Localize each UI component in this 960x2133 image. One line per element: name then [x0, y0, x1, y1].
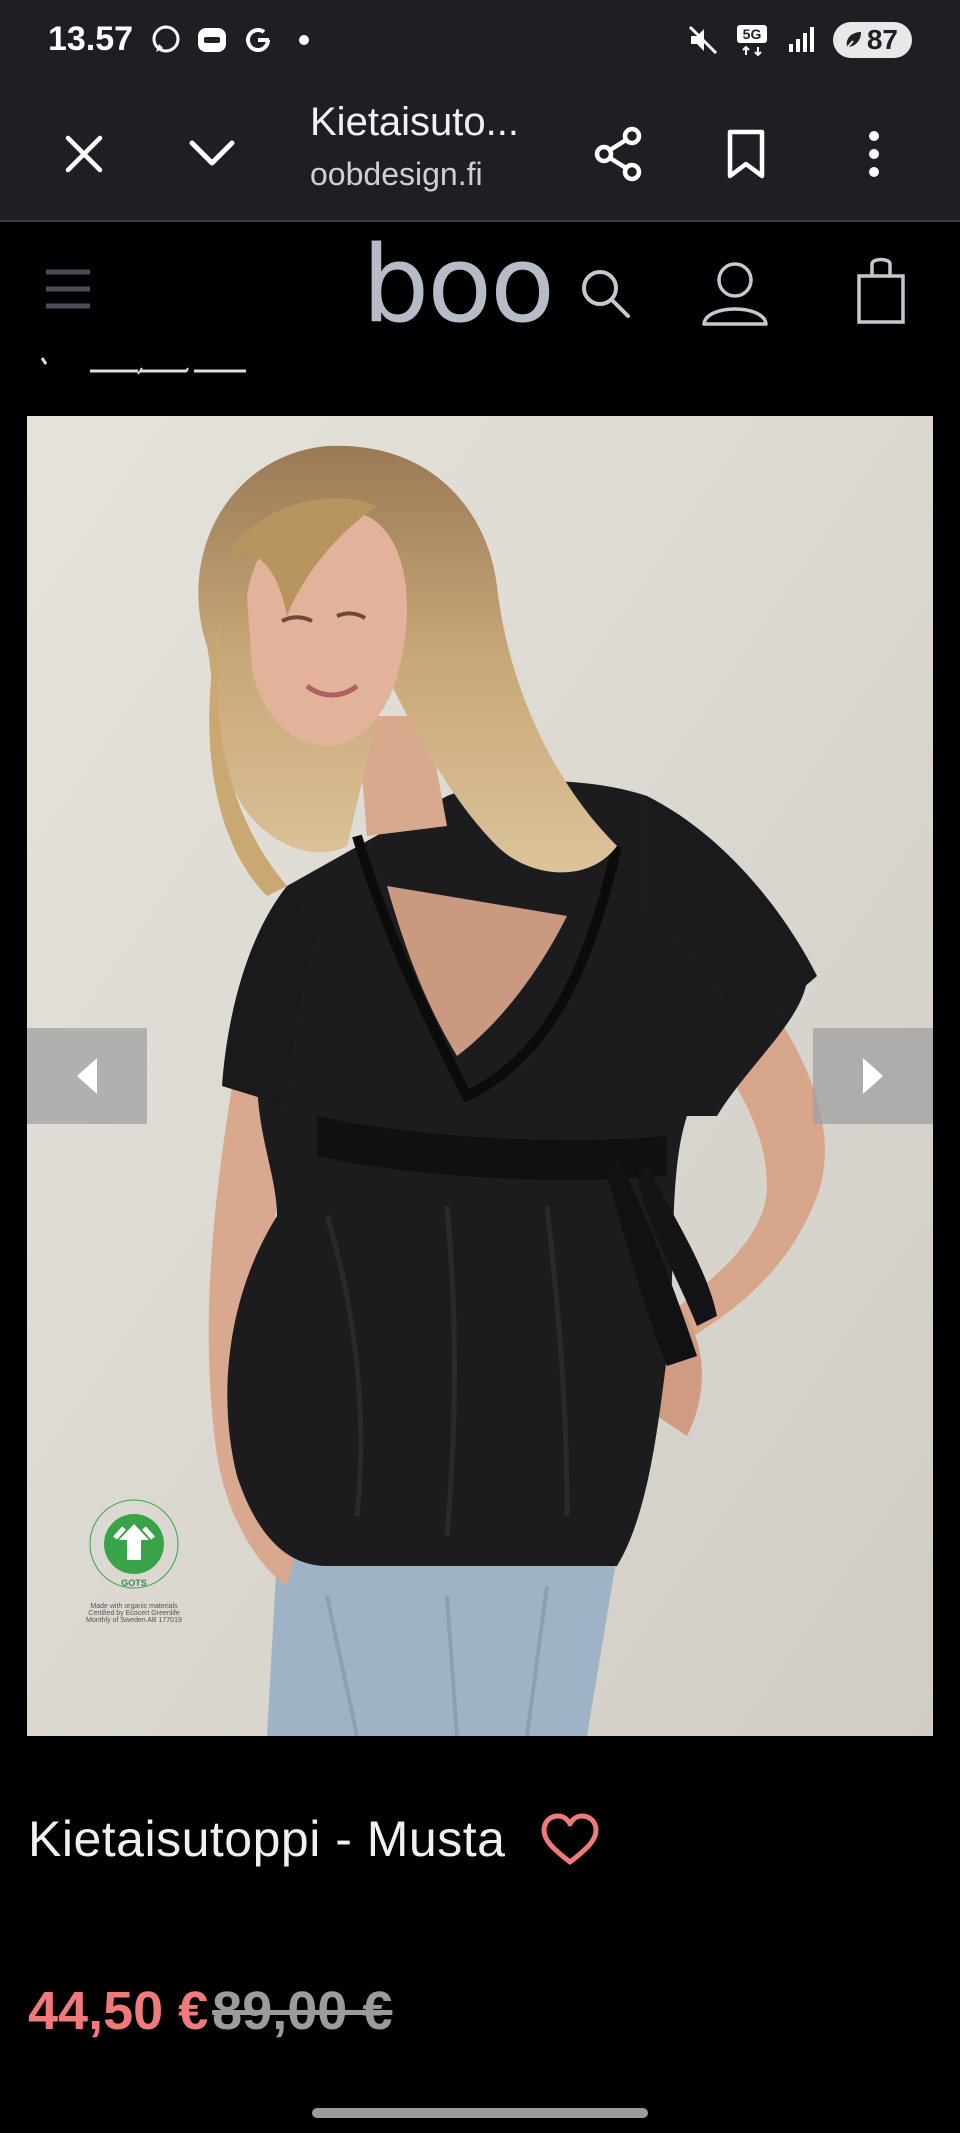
mute-icon [687, 24, 719, 56]
account-icon [702, 262, 768, 326]
breadcrumb[interactable] [36, 356, 256, 376]
arrow-right-icon [863, 1058, 883, 1094]
share-icon [594, 126, 642, 182]
site-header: boob [0, 222, 960, 362]
price-row: 44,50 €89,00 € [28, 1980, 392, 2042]
page-title[interactable]: Kietaisuto... [310, 100, 519, 145]
status-bar: 13.57 5G 87 [0, 0, 960, 84]
menu-button[interactable] [44, 268, 92, 315]
gallery-next-button[interactable] [813, 1028, 933, 1124]
dot-icon [288, 24, 320, 56]
whatsapp-icon [150, 24, 182, 56]
site-logo[interactable]: boob [362, 230, 552, 340]
product-image[interactable]: GOTS Made with organic materials Certifi… [27, 416, 933, 1736]
browser-toolbar: Kietaisuto... oobdesign.fi [0, 84, 960, 222]
search-icon [582, 270, 630, 318]
buds-icon [196, 24, 228, 56]
network-label: 5G [743, 26, 762, 42]
search-button[interactable] [578, 266, 632, 325]
favorite-button[interactable] [540, 1812, 600, 1872]
5g-icon: 5G [735, 24, 769, 57]
gots-short: GOTS [121, 1578, 147, 1588]
gots-line-2: Certified by Ecocert Greenlife [88, 1610, 180, 1617]
google-icon [242, 24, 274, 56]
gots-badge: GOTS Made with organic materials Certifi… [79, 1494, 189, 1624]
signal-icon [785, 24, 817, 56]
minimize-button[interactable] [180, 122, 244, 186]
close-icon [65, 135, 103, 173]
share-button[interactable] [586, 122, 650, 186]
original-price: 89,00 € [212, 1981, 393, 2041]
status-icons-right: 5G 87 [687, 22, 912, 58]
bag-button[interactable] [856, 256, 906, 331]
arrow-left-icon [77, 1058, 97, 1094]
battery-indicator: 87 [832, 22, 912, 58]
status-time: 13.57 [48, 20, 134, 58]
account-button[interactable] [700, 260, 770, 333]
gots-line-1: Made with organic materials [90, 1603, 178, 1610]
close-tab-button[interactable] [52, 122, 116, 186]
status-icons-left [150, 24, 320, 56]
product-title: Kietaisutoppi - Musta [28, 1811, 506, 1867]
gesture-nav-bar[interactable] [312, 2108, 648, 2118]
menu-icon [46, 269, 90, 309]
chevron-down-icon [189, 140, 235, 166]
battery-saver-icon [844, 32, 861, 51]
more-options-button[interactable] [842, 122, 906, 186]
heart-icon [541, 1813, 599, 1865]
sale-price: 44,50 € [28, 1981, 209, 2041]
more-icon [869, 131, 879, 177]
bookmark-button[interactable] [714, 122, 778, 186]
bookmark-icon [727, 129, 765, 179]
page-url[interactable]: oobdesign.fi [310, 156, 483, 193]
bag-icon [857, 257, 905, 324]
gallery-prev-button[interactable] [27, 1028, 147, 1124]
battery-level: 87 [866, 24, 898, 55]
gots-line-3: Monthly of Sweden AB 177019 [86, 1617, 182, 1624]
